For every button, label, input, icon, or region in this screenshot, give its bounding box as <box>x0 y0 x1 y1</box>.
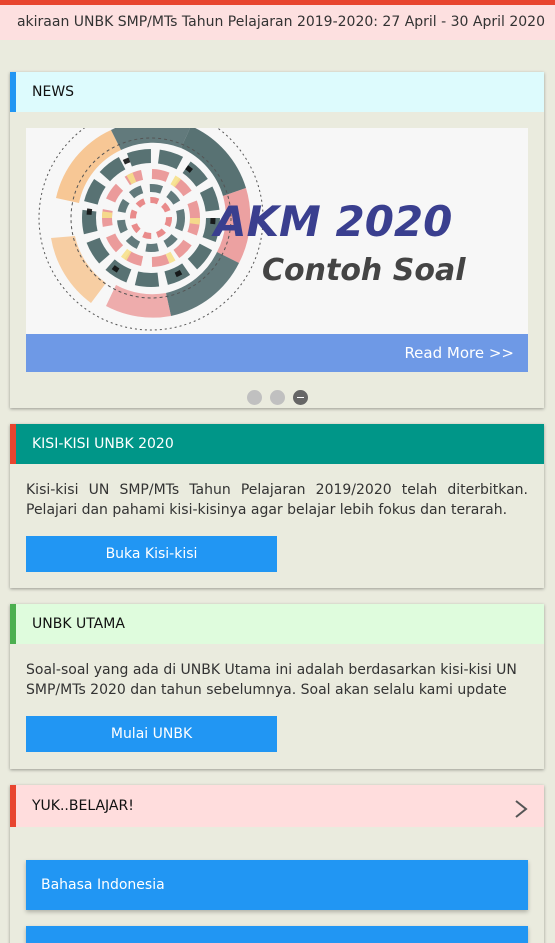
carousel-dot-3-active[interactable] <box>292 390 308 405</box>
carousel-dot-2[interactable] <box>269 390 285 405</box>
subject-list: Bahasa Indonesia <box>10 827 544 943</box>
carousel-dots <box>10 390 544 405</box>
kisi-header: KISI-KISI UNBK 2020 <box>10 424 544 464</box>
banner-subheadline: Contoh Soal <box>262 253 466 288</box>
news-title: NEWS <box>32 84 75 100</box>
read-more-bar[interactable]: Read More >> <box>26 334 528 372</box>
kisi-title: KISI-KISI UNBK 2020 <box>32 436 174 452</box>
chevron-right-icon[interactable] <box>514 799 528 819</box>
news-header: NEWS <box>10 72 544 112</box>
kisi-description: Kisi-kisi UN SMP/MTs Tahun Pelajaran 201… <box>26 482 528 518</box>
banner-headline: AKM 2020 <box>211 197 452 246</box>
buka-kisi-button[interactable]: Buka Kisi-kisi <box>26 536 277 572</box>
belajar-title: YUK..BELAJAR! <box>32 798 134 814</box>
subject-next[interactable] <box>26 926 528 943</box>
news-card: NEWS AKM 2020 Contoh Soal Read More >> <box>10 72 544 408</box>
news-banner[interactable]: AKM 2020 Contoh Soal Read More >> <box>26 128 528 372</box>
belajar-card: YUK..BELAJAR! Bahasa Indonesia <box>10 785 544 943</box>
kisi-card: KISI-KISI UNBK 2020 Kisi-kisi UN SMP/MTs… <box>10 424 544 588</box>
announcement-bar: akiraan UNBK SMP/MTs Tahun Pelajaran 201… <box>0 0 555 40</box>
utama-body: Soal-soal yang ada di UNBK Utama ini ada… <box>10 644 544 752</box>
announcement-marquee: akiraan UNBK SMP/MTs Tahun Pelajaran 201… <box>16 14 545 30</box>
utama-description: Soal-soal yang ada di UNBK Utama ini ada… <box>26 662 517 698</box>
kisi-body: Kisi-kisi UN SMP/MTs Tahun Pelajaran 201… <box>10 464 544 572</box>
read-more-link[interactable]: Read More >> <box>404 344 514 362</box>
mulai-unbk-button[interactable]: Mulai UNBK <box>26 716 277 752</box>
subject-label: Bahasa Indonesia <box>41 877 165 893</box>
utama-header: UNBK UTAMA <box>10 604 544 644</box>
carousel-dot-1[interactable] <box>246 390 262 405</box>
utama-card: UNBK UTAMA Soal-soal yang ada di UNBK Ut… <box>10 604 544 769</box>
subject-bahasa-indonesia[interactable]: Bahasa Indonesia <box>26 860 528 910</box>
belajar-header[interactable]: YUK..BELAJAR! <box>10 785 544 827</box>
utama-title: UNBK UTAMA <box>32 616 125 632</box>
